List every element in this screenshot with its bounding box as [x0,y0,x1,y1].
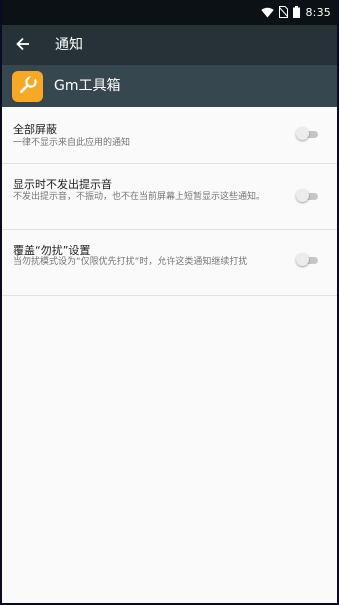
setting-description: 不发出提示音，不振动，也不在当前屏幕上短暂显示这些通知。 [13,192,266,202]
battery-icon [293,3,301,22]
app-name: Gm工具箱 [54,78,121,94]
page-title: 通知 [55,37,83,53]
setting-block-all[interactable]: 全部屏蔽 一律不显示来自此应用的通知 [2,107,337,164]
override-dnd-toggle[interactable] [296,253,318,267]
setting-description: 当勿扰模式设为“仅限优先打扰”时，允许这类通知继续打扰 [13,257,248,267]
toggle-thumb [296,189,309,202]
wrench-icon [18,74,38,99]
setting-description: 一律不显示来自此应用的通知 [13,138,131,148]
setting-title: 显示时不发出提示音 [13,178,112,191]
status-bar: 8:35 [2,0,337,25]
settings-list: 全部屏蔽 一律不显示来自此应用的通知 显示时不发出提示音 不发出提示音，不振动，… [2,107,337,296]
arrow-left-icon [16,36,30,55]
wifi-icon [261,3,275,22]
toolbar: 通知 [2,25,337,65]
app-icon [12,71,43,102]
setting-silent[interactable]: 显示时不发出提示音 不发出提示音，不振动，也不在当前屏幕上短暂显示这些通知。 [2,164,337,230]
setting-title: 全部屏蔽 [13,123,57,136]
setting-override-dnd[interactable]: 覆盖“勿扰”设置 当勿扰模式设为“仅限优先打扰”时，允许这类通知继续打扰 [2,230,337,296]
toggle-thumb [296,253,309,266]
clock-time: 8:35 [305,6,331,19]
back-button[interactable] [8,30,38,60]
no-sim-icon [279,3,289,22]
silent-toggle[interactable] [296,189,318,203]
notification-settings-screen: 8:35 通知 Gm工具箱 全部屏蔽 一律不显示来自此应用的通知 显示时不发出提… [2,0,337,603]
toggle-thumb [296,127,309,140]
block-all-toggle[interactable] [296,127,318,141]
status-icons: 8:35 [261,0,331,25]
app-header: Gm工具箱 [2,65,337,107]
